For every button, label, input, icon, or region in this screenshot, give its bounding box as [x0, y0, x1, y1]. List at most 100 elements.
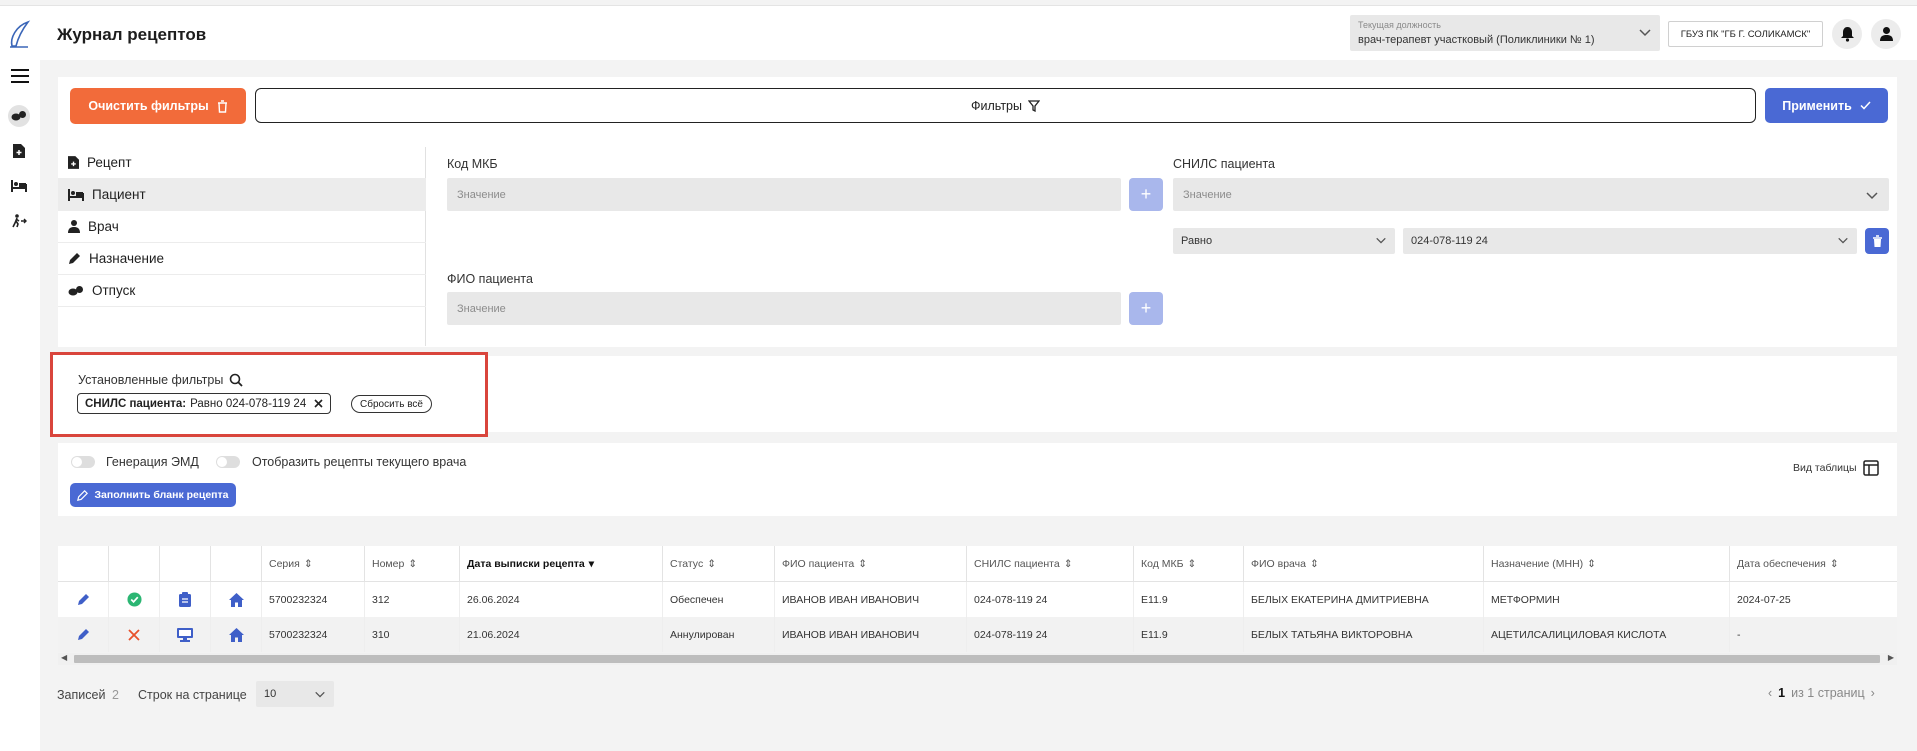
- pills-icon: [11, 111, 26, 121]
- table-row[interactable]: 5700232324 312 26.06.2024 Обеспечен ИВАН…: [58, 582, 1897, 617]
- cell-mkb: E11.9: [1134, 617, 1244, 652]
- scrollbar-thumb[interactable]: [74, 655, 1880, 663]
- rows-per-page-select[interactable]: 10: [256, 681, 334, 707]
- col-header-status[interactable]: Статус ⇕: [663, 546, 775, 582]
- clipboard-icon: [179, 592, 191, 607]
- cross-icon: [128, 628, 140, 641]
- apply-button[interactable]: Применить: [1765, 88, 1888, 123]
- records-label: Записей: [57, 688, 106, 702]
- prescription-icon: [13, 144, 25, 158]
- chevron-down-icon: [1838, 237, 1848, 244]
- col-label: Дата выписки рецепта: [467, 557, 585, 570]
- table-row[interactable]: 5700232324 310 21.06.2024 Аннулирован ИВ…: [58, 617, 1897, 652]
- category-assignment[interactable]: Назначение: [58, 243, 426, 275]
- sidebar-item-patients[interactable]: [8, 175, 30, 197]
- cell-number: 312: [365, 582, 460, 617]
- condition-select[interactable]: Равно: [1173, 228, 1395, 254]
- fill-prescription-button[interactable]: Заполнить бланк рецепта: [70, 483, 236, 507]
- mkb-label: Код МКБ: [447, 157, 498, 171]
- type-icon-cell[interactable]: [160, 617, 211, 652]
- profile-button[interactable]: [1871, 19, 1901, 49]
- col-label: Статус: [670, 557, 704, 570]
- category-label: Пациент: [92, 187, 146, 202]
- remove-condition-button[interactable]: [1865, 228, 1889, 254]
- cell-doctor: БЕЛЫХ ТАТЬЯНА ВИКТОРОВНА: [1244, 617, 1484, 652]
- col-header-patient[interactable]: ФИО пациента ⇕: [775, 546, 967, 582]
- cell-status: Аннулирован: [663, 617, 775, 652]
- category-doctor[interactable]: Врач: [58, 211, 426, 243]
- mkb-input[interactable]: Значение: [447, 178, 1121, 211]
- set-filters-box: Установленные фильтры СНИЛС пациента: Ра…: [50, 352, 488, 437]
- status-icon-cell: [109, 582, 160, 617]
- col-header-date[interactable]: Дата выписки рецепта ▾: [460, 546, 663, 582]
- prev-page-icon[interactable]: ‹: [1768, 686, 1772, 700]
- scroll-left-icon[interactable]: ◀: [61, 653, 67, 662]
- search-icon[interactable]: [229, 373, 243, 387]
- monitor-icon: [177, 627, 193, 642]
- next-page-icon[interactable]: ›: [1871, 686, 1875, 700]
- type-icon-cell[interactable]: [160, 582, 211, 617]
- chip-field: СНИЛС пациента:: [85, 397, 187, 410]
- fio-input[interactable]: Значение: [447, 292, 1121, 325]
- add-mkb-button[interactable]: +: [1129, 178, 1163, 211]
- sidebar-item-prescriptions[interactable]: [8, 140, 30, 162]
- col-label: Код МКБ: [1141, 557, 1184, 570]
- category-dispense[interactable]: Отпуск: [58, 275, 426, 307]
- col-header-number[interactable]: Номер ⇕: [365, 546, 460, 582]
- clear-filters-button[interactable]: Очистить фильтры: [70, 88, 246, 124]
- sort-icon: ⇕: [1063, 557, 1073, 570]
- view-table-button[interactable]: Вид таблицы: [1793, 460, 1879, 476]
- sidebar-item-dispense[interactable]: [8, 105, 30, 127]
- check-icon: [1860, 101, 1871, 110]
- add-fio-button[interactable]: +: [1129, 292, 1163, 325]
- cell-drug: МЕТФОРМИН: [1484, 582, 1730, 617]
- emd-toggle[interactable]: [71, 456, 95, 468]
- current-doctor-toggle[interactable]: [216, 456, 240, 468]
- table-layout-icon: [1862, 460, 1879, 476]
- cell-series: 5700232324: [262, 582, 365, 617]
- col-type: [160, 546, 211, 582]
- chevron-down-icon: [1866, 192, 1878, 200]
- col-header-series[interactable]: Серия ⇕: [262, 546, 365, 582]
- category-patient[interactable]: Пациент: [58, 179, 426, 211]
- rows-per-page-label: Строк на странице: [138, 688, 247, 702]
- rows-per-page-value: 10: [264, 688, 277, 700]
- position-select[interactable]: Текущая должность врач-терапевт участков…: [1350, 15, 1660, 51]
- snils-input[interactable]: Значение: [1173, 178, 1889, 211]
- scroll-right-icon[interactable]: ▶: [1888, 653, 1894, 662]
- home-button[interactable]: [211, 582, 262, 617]
- cell-doctor: БЕЛЫХ ЕКАТЕРИНА ДМИТРИЕВНА: [1244, 582, 1484, 617]
- sidebar-item-transfer[interactable]: [8, 210, 30, 232]
- col-header-supply-date[interactable]: Дата обеспечения ⇕: [1730, 546, 1897, 582]
- edit-button[interactable]: [58, 617, 109, 652]
- horizontal-scrollbar[interactable]: ◀ ▶: [58, 653, 1897, 665]
- reset-all-button[interactable]: Сбросить всё: [351, 395, 432, 413]
- organization-button[interactable]: ГБУЗ ПК "ГБ Г. СОЛИКАМСК": [1668, 21, 1823, 47]
- filter-category-list: Рецепт Пациент Врач Назначение Отпуск: [58, 147, 426, 346]
- edit-button[interactable]: [58, 582, 109, 617]
- app-logo-icon[interactable]: [8, 20, 32, 50]
- notifications-button[interactable]: [1832, 19, 1862, 49]
- menu-icon[interactable]: [11, 68, 29, 84]
- filters-toggle[interactable]: Фильтры: [255, 88, 1756, 123]
- clear-filters-label: Очистить фильтры: [88, 99, 209, 113]
- col-edit: [58, 546, 109, 582]
- col-header-drug[interactable]: Назначение (МНН) ⇕: [1484, 546, 1730, 582]
- col-header-mkb[interactable]: Код МКБ ⇕: [1134, 546, 1244, 582]
- col-header-snils[interactable]: СНИЛС пациента ⇕: [967, 546, 1134, 582]
- close-icon[interactable]: [314, 399, 323, 408]
- category-prescription[interactable]: Рецепт: [58, 147, 426, 179]
- col-header-doctor[interactable]: ФИО врача ⇕: [1244, 546, 1484, 582]
- condition-value: Равно: [1181, 235, 1213, 247]
- top-bar: Журнал рецептов Текущая должность врач-т…: [0, 5, 1917, 60]
- snils-value-select[interactable]: 024-078-119 24: [1403, 228, 1857, 254]
- trash-icon: [217, 99, 227, 113]
- sort-desc-icon: ▾: [588, 557, 595, 570]
- col-status-icon: [109, 546, 160, 582]
- patient-bed-icon: [68, 188, 84, 201]
- options-panel: [58, 443, 1897, 516]
- home-button[interactable]: [211, 617, 262, 652]
- cell-number: 310: [365, 617, 460, 652]
- snils-label: СНИЛС пациента: [1173, 157, 1275, 171]
- chevron-down-icon: [315, 691, 325, 698]
